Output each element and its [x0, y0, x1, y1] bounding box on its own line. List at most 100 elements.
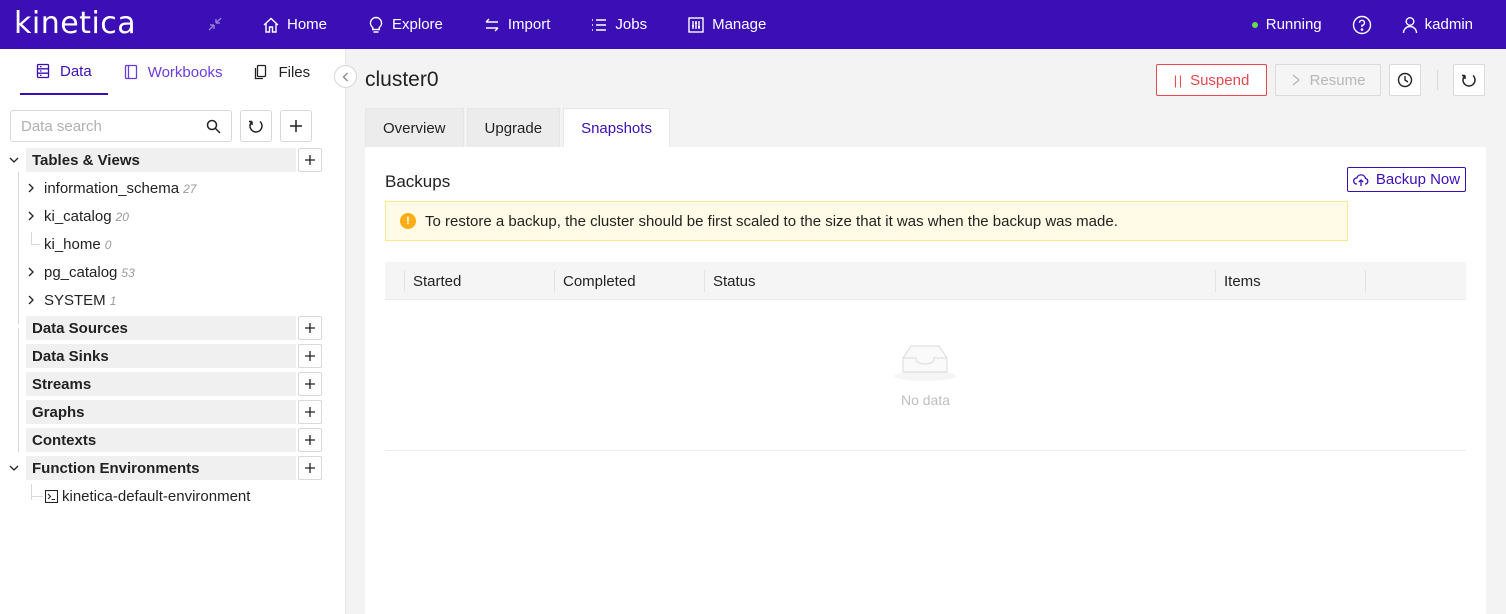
history-button[interactable] — [1389, 64, 1421, 96]
tree-group-contexts[interactable]: Contexts — [0, 428, 346, 452]
data-search — [10, 110, 232, 142]
col-status[interactable]: Status — [713, 262, 756, 300]
backups-table-header: Started Completed Status Items — [385, 262, 1466, 300]
tab-files-label: Files — [278, 63, 311, 81]
tree-group-data-sinks[interactable]: Data Sinks — [0, 344, 346, 368]
sidebar: Data Workbooks Files Tables & Views — [0, 49, 346, 614]
tree-item-schema[interactable]: pg_catalog 53 — [0, 260, 346, 284]
group-label: Streams — [32, 375, 92, 393]
help-icon[interactable] — [1352, 15, 1372, 35]
add-data-button[interactable] — [280, 110, 312, 142]
chevron-right-icon[interactable] — [26, 295, 36, 305]
chevron-right-icon[interactable] — [26, 267, 36, 277]
col-items[interactable]: Items — [1224, 262, 1261, 300]
tree-item-environment[interactable]: kinetica-default-environment — [0, 484, 346, 508]
plus-icon — [305, 351, 315, 361]
backups-title: Backups — [385, 172, 451, 191]
column-divider — [404, 270, 405, 292]
add-table-button[interactable] — [298, 148, 322, 172]
tree-group-streams[interactable]: Streams — [0, 372, 346, 396]
home-icon — [263, 17, 279, 33]
files-icon — [255, 64, 267, 80]
plus-icon — [305, 379, 315, 389]
tab-workbooks[interactable]: Workbooks — [108, 49, 239, 95]
tab-upgrade[interactable]: Upgrade — [466, 108, 561, 147]
chevron-down-icon[interactable] — [9, 463, 19, 473]
suspend-button[interactable]: | | Suspend — [1156, 64, 1267, 96]
top-bar: kinetica Home Explore Import Jobs Manage… — [0, 0, 1506, 49]
tree-item-schema[interactable]: ki_home 0 — [0, 232, 346, 256]
collapse-sidebar-button[interactable] — [334, 65, 357, 88]
suspend-label: Suspend — [1190, 71, 1250, 89]
nav-jobs[interactable]: Jobs — [590, 16, 647, 34]
resume-button[interactable]: Resume — [1275, 64, 1381, 96]
tree-item-label: ki_catalog 20 — [44, 207, 129, 225]
nav-explore[interactable]: Explore — [367, 16, 443, 34]
tree-item-schema[interactable]: ki_catalog 20 — [0, 204, 346, 228]
add-data-source-button[interactable] — [298, 316, 322, 340]
user-name: kadmin — [1424, 16, 1473, 33]
restore-warning-text: To restore a backup, the cluster should … — [425, 212, 1118, 230]
add-context-button[interactable] — [298, 428, 322, 452]
add-data-sink-button[interactable] — [298, 344, 322, 368]
col-completed[interactable]: Completed — [563, 262, 636, 300]
chevron-right-icon[interactable] — [26, 183, 36, 193]
tab-files[interactable]: Files — [238, 49, 326, 95]
tree-connector — [31, 496, 43, 497]
item-count: 53 — [121, 265, 135, 280]
group-label: Tables & Views — [32, 151, 140, 169]
tab-data[interactable]: Data — [20, 49, 108, 95]
sliders-icon — [688, 16, 704, 33]
data-search-input[interactable] — [21, 117, 201, 135]
group-label: Data Sinks — [32, 347, 109, 365]
book-icon — [124, 64, 137, 80]
tree-group-function-environments[interactable]: Function Environments — [0, 456, 346, 480]
tree-group-tables-views[interactable]: Tables & Views — [0, 148, 346, 172]
tree-item-schema[interactable]: information_schema 27 — [0, 176, 346, 200]
user-menu[interactable]: kadmin — [1402, 16, 1473, 34]
plus-icon — [305, 435, 315, 445]
nav-jobs-label: Jobs — [615, 16, 648, 33]
tree-item-schema[interactable]: SYSTEM 1 — [0, 288, 346, 312]
database-icon — [36, 63, 50, 79]
empty-inbox-icon — [894, 345, 956, 381]
column-divider — [1365, 270, 1366, 292]
status-dot — [1251, 21, 1258, 28]
search-icon[interactable] — [206, 119, 221, 134]
nav-import-label: Import — [507, 16, 551, 33]
add-graph-button[interactable] — [298, 400, 322, 424]
tree-item-label: pg_catalog 53 — [44, 263, 135, 281]
add-stream-button[interactable] — [298, 372, 322, 396]
tree-group-data-sources[interactable]: Data Sources — [0, 316, 346, 340]
plus-icon — [305, 463, 315, 473]
nav-home[interactable]: Home — [262, 16, 327, 34]
play-icon — [1292, 74, 1300, 86]
chevron-down-icon[interactable] — [9, 155, 19, 165]
nav-import[interactable]: Import — [483, 16, 551, 34]
group-label: Graphs — [32, 403, 85, 421]
cloud-upload-icon — [1352, 173, 1369, 186]
tab-overview[interactable]: Overview — [365, 108, 464, 147]
tree-group-graphs[interactable]: Graphs — [0, 400, 346, 424]
tree-item-label: SYSTEM 1 — [44, 291, 117, 309]
terminal-icon — [45, 490, 58, 503]
empty-state: No data — [385, 300, 1466, 451]
add-function-environment-button[interactable] — [298, 456, 322, 480]
nav-manage[interactable]: Manage — [687, 16, 766, 34]
group-label: Function Environments — [32, 459, 200, 477]
refresh-button[interactable] — [1453, 64, 1485, 96]
collapse-arrows-icon[interactable] — [206, 15, 224, 33]
refresh-tree-button[interactable] — [240, 110, 272, 142]
plus-icon — [290, 120, 302, 132]
nav-explore-label: Explore — [392, 16, 443, 33]
item-count: 1 — [109, 293, 117, 308]
main-tabs: Overview Upgrade Snapshots — [365, 108, 670, 147]
top-right-area: Running kadmin — [1251, 0, 1473, 49]
col-started[interactable]: Started — [413, 262, 461, 300]
chevron-left-icon — [342, 72, 348, 81]
column-divider — [704, 270, 705, 292]
tab-snapshots[interactable]: Snapshots — [563, 108, 670, 147]
backup-now-button[interactable]: Backup Now — [1347, 167, 1466, 192]
chevron-right-icon[interactable] — [26, 211, 36, 221]
kinetica-logo[interactable]: kinetica — [14, 6, 136, 41]
